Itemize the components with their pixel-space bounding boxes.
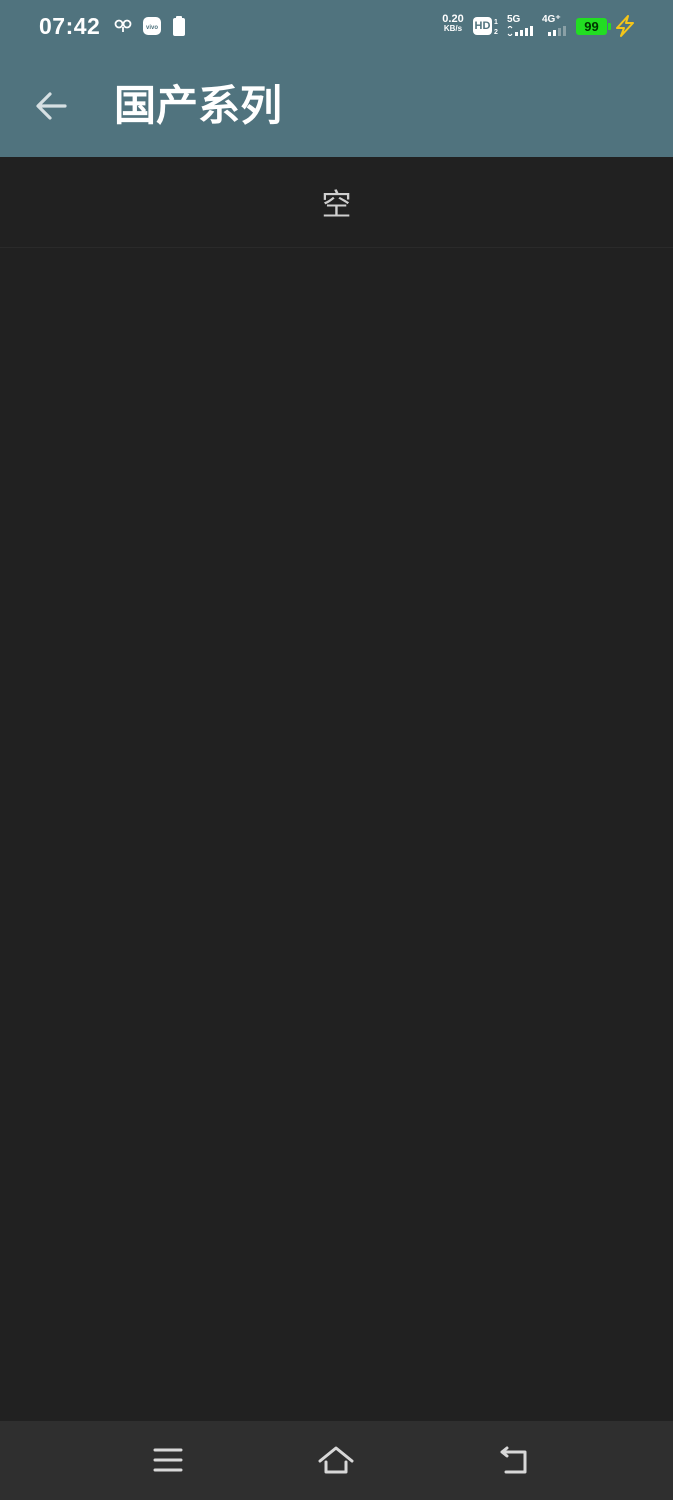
status-bar: 07:42 vivo 0.20 KB/s HD 1 2 5G 4G⁺ 99 <box>0 0 673 54</box>
content-area: 空 <box>0 157 673 1421</box>
arrow-left-icon <box>36 92 67 120</box>
empty-state-text: 空 <box>321 188 352 223</box>
hd-badge: HD 1 2 <box>473 17 499 35</box>
navigation-bar <box>0 1421 673 1500</box>
svg-text:2: 2 <box>494 29 498 35</box>
page-title: 国产系列 <box>114 81 283 130</box>
svg-text:1: 1 <box>494 19 498 26</box>
battery-indicator: 99 <box>576 18 611 35</box>
empty-state: 空 <box>0 157 673 248</box>
back-nav-icon <box>500 1446 527 1474</box>
status-time: 07:42 <box>39 13 101 39</box>
vivo-app-icon: vivo <box>143 17 161 35</box>
home-button[interactable] <box>314 1440 358 1480</box>
svg-text:vivo: vivo <box>146 25 158 31</box>
back-button[interactable] <box>24 78 80 134</box>
net-speed: 0.20 KB/s <box>439 14 467 34</box>
battery-saver-icon <box>173 16 185 36</box>
screen: 07:42 vivo 0.20 KB/s HD 1 2 5G 4G⁺ 99 国产… <box>0 0 673 1500</box>
app-bar: 国产系列 <box>0 54 673 157</box>
charging-icon <box>616 15 634 37</box>
sim1-network-label: 5G <box>507 14 521 25</box>
sim1-signal-icon <box>507 26 533 36</box>
top-area: 07:42 vivo 0.20 KB/s HD 1 2 5G 4G⁺ 99 国产… <box>0 0 673 157</box>
hd-label: HD <box>473 17 492 35</box>
link-icon <box>114 19 132 32</box>
sim2-signal-icon <box>548 26 566 36</box>
back-nav-button[interactable] <box>492 1440 536 1480</box>
menu-icon <box>153 1448 183 1472</box>
home-icon <box>318 1446 354 1474</box>
net-speed-unit: KB/s <box>443 24 463 33</box>
net-speed-value: 0.20 <box>442 13 464 25</box>
menu-button[interactable] <box>146 1440 190 1480</box>
sim2-network-label: 4G⁺ <box>542 14 561 25</box>
